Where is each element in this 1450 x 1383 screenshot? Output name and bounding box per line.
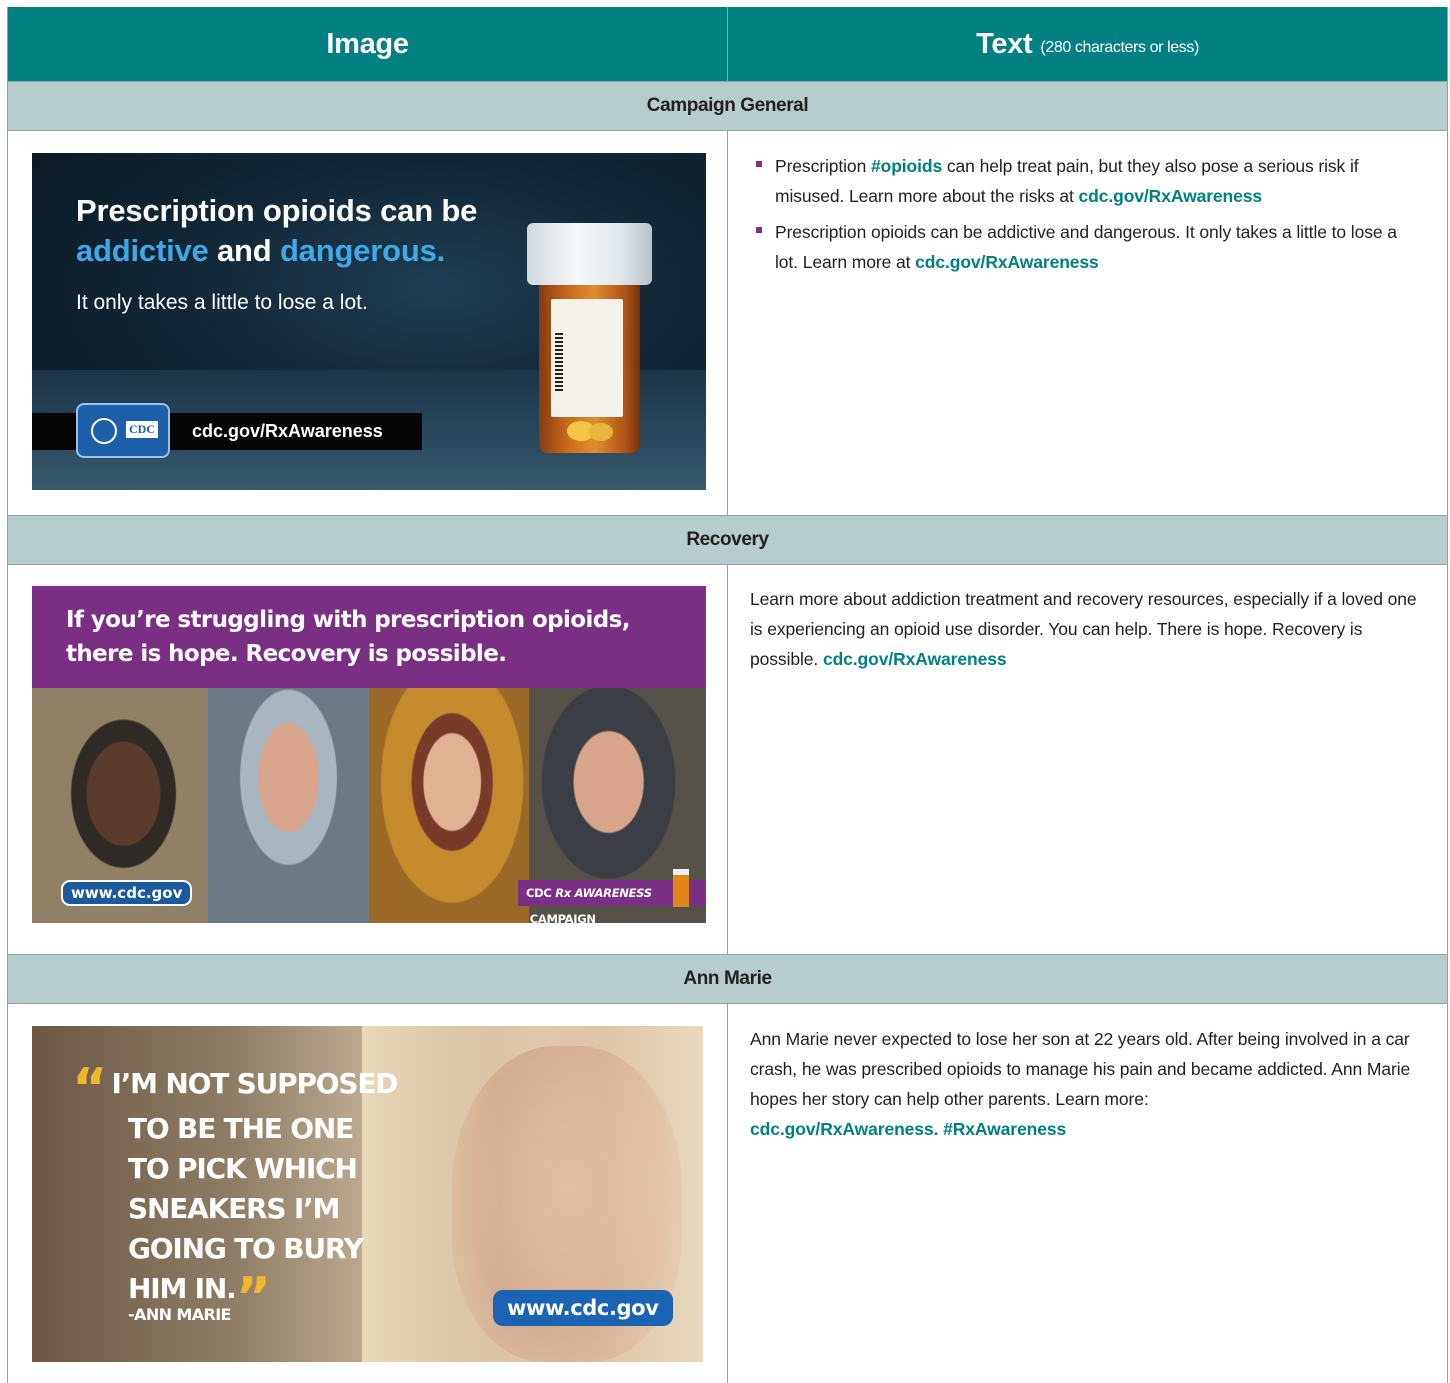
table-header: Image Text (280 characters or less) [8, 7, 1447, 81]
quote-text: I’M NOT SUPPOSED [111, 1067, 399, 1100]
quote-line: HIM IN.” [72, 1269, 397, 1325]
headline-dangerous: dangerous. [279, 233, 446, 268]
url-link[interactable]: cdc.gov/RxAwareness [915, 252, 1099, 272]
section-header-campaign-general: Campaign General [8, 81, 1447, 131]
banner-line-2: there is hope. Recovery is possible. [66, 641, 507, 667]
url-link[interactable]: cdc.gov/RxAwareness [750, 1119, 934, 1139]
quote-attribution: -ANN MARIE [128, 1305, 231, 1324]
social-media-table: Image Text (280 characters or less) Camp… [7, 7, 1448, 1383]
bottle-cap [527, 223, 652, 285]
post-text: Ann Marie never expected to lose her son… [750, 1029, 1411, 1109]
url-link[interactable]: cdc.gov/RxAwareness [1078, 186, 1262, 206]
portrait-3 [369, 688, 529, 923]
section-header-recovery: Recovery [8, 515, 1447, 565]
post-item: Prescription opioids can be addictive an… [750, 217, 1420, 277]
campaign-rest: CAMPAIGN [526, 912, 596, 923]
pill-bottle-icon [673, 869, 689, 907]
headline-addictive: addictive [76, 233, 209, 268]
headline-line-1: Prescription opioids can be [76, 193, 478, 228]
image-url: cdc.gov/RxAwareness [192, 421, 383, 441]
campaign-rx: Rx AWARENESS [555, 886, 652, 900]
url-link[interactable]: cdc.gov/RxAwareness [823, 649, 1007, 669]
separator: . [933, 1119, 944, 1139]
campaign-general-text: Prescription #opioids can help treat pai… [750, 151, 1420, 283]
hashtag-link[interactable]: #RxAwareness [943, 1119, 1066, 1139]
quote-line: TO BE THE ONE [128, 1112, 354, 1145]
quote-text: HIM IN. [128, 1272, 237, 1305]
headline-line-2: addictive and dangerous. [76, 231, 477, 271]
recovery-image: If you’re struggling with prescription o… [32, 586, 706, 923]
column-divider [727, 1004, 728, 1383]
barcode-icon [555, 333, 563, 393]
pill-icon [589, 423, 613, 441]
section-header-ann-marie: Ann Marie [8, 954, 1447, 1004]
image-url-badge: www.cdc.gov [61, 880, 193, 906]
portrait-2 [208, 688, 369, 923]
text-column-title: Text [976, 27, 1033, 60]
campaign-cdc: CDC [526, 886, 556, 900]
quote-line: TO PICK WHICH [128, 1152, 358, 1185]
campaign-general-image: Prescription opioids can be addictive an… [32, 153, 706, 490]
pill-bottle-illustration [527, 223, 652, 455]
close-quote-icon: ” [235, 1266, 271, 1329]
column-divider [727, 131, 728, 515]
character-limit-note: (280 characters or less) [1040, 39, 1199, 56]
section-title: Recovery [686, 529, 769, 550]
cdc-logo-text: CDC [126, 421, 158, 438]
open-quote-icon: “ [72, 1057, 107, 1120]
ann-marie-text: Ann Marie never expected to lose her son… [750, 1024, 1420, 1144]
post-text: Prescription [775, 156, 871, 176]
quote-line: GOING TO BURY [128, 1232, 364, 1265]
section-title: Campaign General [646, 95, 809, 116]
recovery-text: Learn more about addiction treatment and… [750, 584, 1420, 674]
hashtag-link[interactable]: #opioids [871, 156, 942, 176]
banner-headline: If you’re struggling with prescription o… [66, 603, 630, 671]
image-column-header: Image [8, 7, 728, 81]
text-column-header: Text (280 characters or less) [728, 7, 1447, 81]
column-divider [727, 565, 728, 954]
image-column-title: Image [326, 27, 409, 60]
quote-line: SNEAKERS I’M [128, 1192, 340, 1225]
image-headline: Prescription opioids can be addictive an… [76, 191, 477, 271]
cdc-logo: CDC [76, 403, 170, 458]
post-item: Prescription #opioids can help treat pai… [750, 151, 1420, 211]
quote-line: “I’M NOT SUPPOSED [72, 1062, 399, 1116]
image-url-badge: www.cdc.gov [493, 1290, 673, 1326]
ann-marie-image: “I’M NOT SUPPOSED TO BE THE ONE TO PICK … [32, 1026, 703, 1362]
post-list: Prescription #opioids can help treat pai… [750, 151, 1420, 277]
section-title: Ann Marie [683, 968, 772, 989]
quote: “I’M NOT SUPPOSED TO BE THE ONE TO PICK … [72, 1062, 399, 1325]
headline-and: and [208, 233, 280, 268]
hhs-eagle-icon [91, 418, 117, 444]
image-subline: It only takes a little to lose a lot. [76, 291, 368, 314]
banner-line-1: If you’re struggling with prescription o… [66, 607, 630, 633]
